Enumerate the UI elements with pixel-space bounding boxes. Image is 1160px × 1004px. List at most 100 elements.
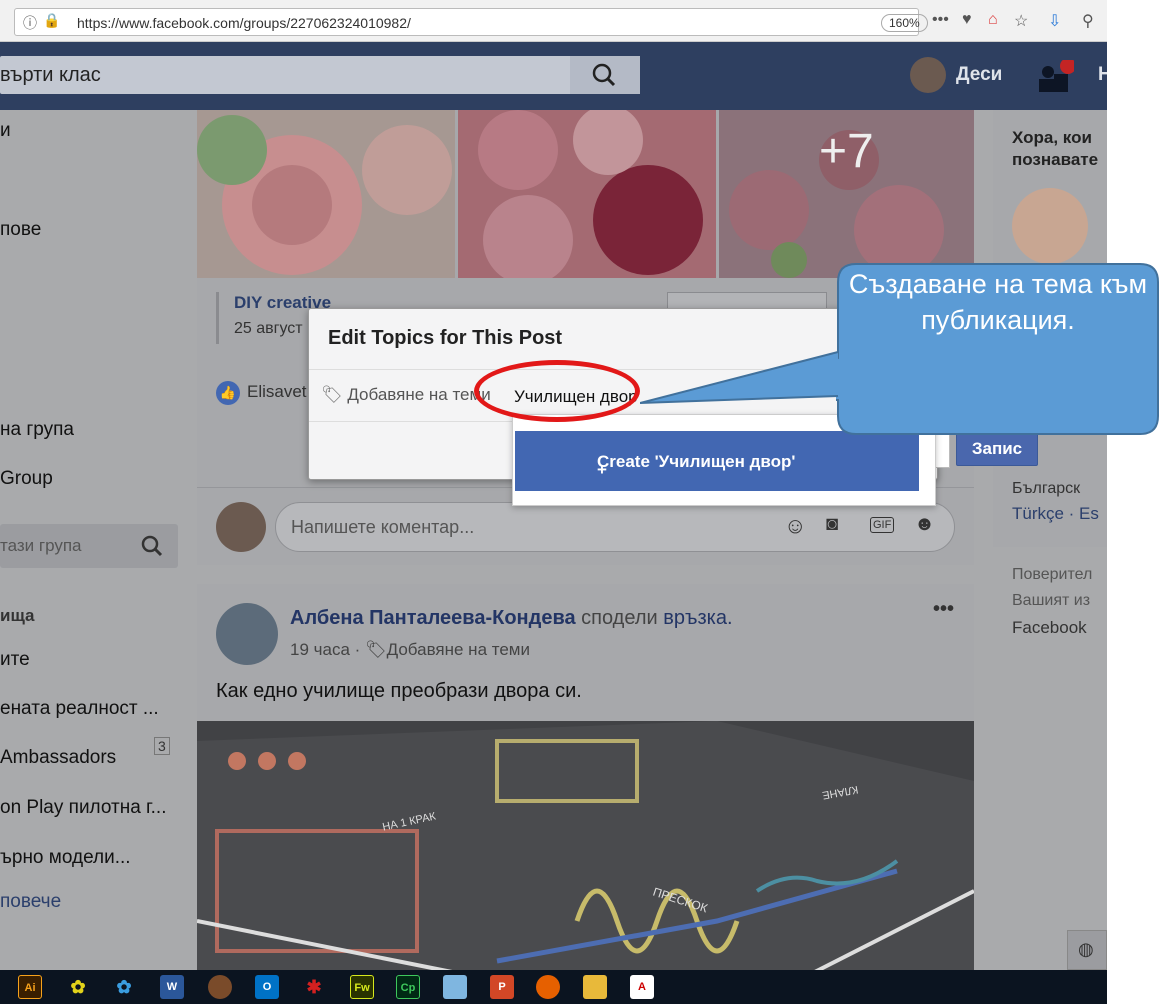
sidebar-item[interactable]: пове bbox=[0, 219, 41, 241]
download-icon[interactable]: ⇩ bbox=[1048, 11, 1061, 31]
post-card: Албена Панталеева-Кондева сподели връзка… bbox=[197, 584, 974, 984]
sidebar-group-item[interactable]: on Play пилотна г... bbox=[0, 797, 167, 819]
app-icon[interactable]: ✿ bbox=[112, 975, 136, 999]
sidebar-group-item[interactable]: ърно модели... bbox=[0, 847, 131, 869]
save-button[interactable]: Запис bbox=[956, 432, 1038, 466]
post-photo[interactable] bbox=[458, 110, 716, 278]
people-title: Хора, кои bbox=[1012, 128, 1092, 147]
more-photos-count: +7 bbox=[819, 125, 874, 178]
app-icon[interactable]: ✱ bbox=[302, 975, 326, 999]
outlook-icon[interactable]: O bbox=[255, 975, 279, 999]
powerpoint-icon[interactable]: P bbox=[490, 975, 514, 999]
address-bar[interactable]: ⓘ 🔒 https://www.facebook.com/groups/2270… bbox=[14, 8, 928, 36]
url-text: https://www.facebook.com/groups/22706232… bbox=[77, 15, 411, 31]
dialog-title: Edit Topics for This Post bbox=[328, 327, 563, 349]
sidebar-group-item[interactable]: ите bbox=[0, 649, 30, 671]
sidebar-group-item[interactable]: ената реалност ... bbox=[0, 698, 159, 720]
home-icon[interactable]: ⌂ bbox=[988, 11, 998, 29]
search-icon bbox=[592, 63, 616, 87]
search-icon bbox=[141, 535, 163, 557]
sidebar-item[interactable]: и bbox=[0, 120, 11, 142]
bookmark-star-icon[interactable]: ☆ bbox=[1014, 11, 1028, 31]
groups-section-title: ища bbox=[0, 606, 35, 625]
user-avatar[interactable] bbox=[910, 57, 946, 93]
post-options-icon[interactable]: ••• bbox=[933, 598, 954, 621]
right-sidebar: Хора, кои познавате Българск Türkçe · Es… bbox=[993, 110, 1107, 970]
creator-date: 25 август bbox=[234, 320, 303, 337]
search-button[interactable] bbox=[570, 56, 640, 94]
pocket-icon[interactable]: ♥ bbox=[962, 11, 972, 29]
highlight-ellipse bbox=[474, 360, 640, 422]
like-icon: 👍 bbox=[216, 381, 240, 405]
taskbar: Ai ✿ ✿ W O ✱ Fw Cp P A bbox=[0, 970, 1107, 1004]
file-explorer-icon[interactable] bbox=[583, 975, 607, 999]
author-name[interactable]: Албена Панталеева-Кондева bbox=[290, 607, 576, 629]
globe-icon: ◍ bbox=[1078, 939, 1094, 959]
sidebar-group-item[interactable]: Ambassadors bbox=[0, 747, 116, 769]
see-more-link[interactable]: повече bbox=[0, 891, 61, 913]
app-icon[interactable] bbox=[443, 975, 467, 999]
comment-input[interactable]: Напишете коментар... ☺ ◙ GIF ☻ bbox=[275, 502, 955, 552]
user-name[interactable]: Деси bbox=[956, 64, 1002, 86]
post-time[interactable]: 19 часа bbox=[290, 640, 350, 659]
sidebar-item[interactable]: на група bbox=[0, 419, 74, 441]
app-icon[interactable]: ✿ bbox=[66, 975, 90, 999]
chat-globe-button[interactable]: ◍ bbox=[1067, 930, 1107, 970]
tag-icon: 🏷 bbox=[321, 385, 343, 404]
firefox-icon[interactable] bbox=[536, 975, 560, 999]
suggested-person-avatar[interactable] bbox=[1012, 188, 1088, 264]
illustrator-icon[interactable]: Ai bbox=[18, 975, 42, 999]
add-topics-text: Добавяне на теми bbox=[347, 385, 491, 404]
footer-link[interactable]: Поверител bbox=[1012, 566, 1092, 584]
language-links[interactable]: Türkçe · Es bbox=[1012, 504, 1099, 524]
post-text: Как едно училище преобрази двора си. bbox=[216, 680, 582, 702]
post-photo[interactable] bbox=[197, 110, 455, 278]
emoji-icon[interactable]: ☺ bbox=[784, 513, 806, 539]
extension-icon[interactable]: ⚲ bbox=[1082, 11, 1094, 31]
lock-icon: 🔒 bbox=[43, 12, 61, 28]
camera-icon[interactable]: ◙ bbox=[826, 513, 838, 536]
gif-icon[interactable]: GIF bbox=[870, 517, 895, 533]
post-link-image[interactable]: НА 1 КРАК ПРЕСКОК КЛАНЕ bbox=[197, 721, 974, 981]
post-meta: 19 часа · 🏷Добавяне на теми bbox=[290, 640, 530, 659]
link-word[interactable]: връзка bbox=[663, 607, 727, 629]
header-edge-text[interactable]: Н bbox=[1098, 64, 1107, 86]
zoom-level[interactable]: 160% bbox=[881, 14, 928, 32]
group-search-input[interactable]: тази група bbox=[0, 524, 178, 568]
captivate-icon[interactable]: Cp bbox=[396, 975, 420, 999]
add-topics-link[interactable]: Добавяне на теми bbox=[387, 640, 530, 659]
word-icon[interactable]: W bbox=[160, 975, 184, 999]
left-sidebar: и пове на група Group тази група ища ите… bbox=[0, 110, 190, 970]
post-photo-more[interactable]: +7 bbox=[719, 110, 974, 278]
count-badge: 3 bbox=[154, 737, 170, 755]
acrobat-icon[interactable]: A bbox=[630, 975, 654, 999]
shared-verb: сподели bbox=[581, 607, 658, 629]
add-topics-label: 🏷 Добавяне на теми bbox=[321, 385, 491, 405]
language-current: Българск bbox=[1012, 480, 1081, 497]
create-topic-label: Create 'Училищен двор' bbox=[597, 452, 796, 471]
post-headline: Албена Панталеева-Кондева сподели връзка… bbox=[290, 607, 733, 629]
divider bbox=[216, 292, 219, 344]
friends-icon[interactable] bbox=[1034, 60, 1074, 96]
search-input[interactable]: върти клас bbox=[0, 56, 640, 94]
author-avatar[interactable] bbox=[216, 603, 278, 665]
callout-text: Създаване на тема към публикация. bbox=[848, 269, 1148, 335]
create-topic-option[interactable]: + Create 'Училищен двор' bbox=[515, 431, 919, 491]
facebook-header: върти клас Деси Н bbox=[0, 42, 1107, 110]
group-search-placeholder: тази група bbox=[0, 536, 82, 555]
browser-toolbar: ⓘ 🔒 https://www.facebook.com/groups/2270… bbox=[0, 0, 1107, 42]
liker-name[interactable]: Elisavet bbox=[247, 382, 307, 402]
fireworks-icon[interactable]: Fw bbox=[350, 975, 374, 999]
info-icon[interactable]: ⓘ bbox=[23, 13, 37, 33]
more-icon[interactable]: ••• bbox=[932, 11, 949, 29]
people-subtitle: познавате bbox=[1012, 150, 1099, 169]
search-text: върти клас bbox=[0, 64, 101, 86]
footer-link[interactable]: Вашият из bbox=[1012, 592, 1090, 610]
tag-icon: 🏷 bbox=[365, 640, 387, 659]
callout-pointer bbox=[640, 351, 839, 404]
sidebar-item[interactable]: Group bbox=[0, 468, 53, 490]
app-icon[interactable] bbox=[208, 975, 232, 999]
footer-copyright: Facebook bbox=[1012, 618, 1087, 637]
sticker-icon[interactable]: ☻ bbox=[914, 513, 935, 536]
commenter-avatar bbox=[216, 502, 266, 552]
